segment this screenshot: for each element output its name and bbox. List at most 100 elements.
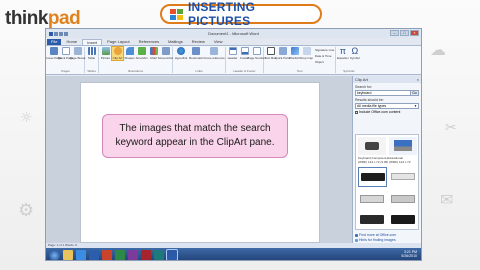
publisher-taskbar-icon[interactable] xyxy=(154,250,164,260)
pane-close-icon[interactable]: × xyxy=(417,76,419,83)
keyboard-icon xyxy=(391,215,415,224)
group-symbols: π Equation Ω Symbol Symbols xyxy=(336,46,361,74)
document-area xyxy=(46,76,352,243)
hints-link[interactable]: Hints for finding images xyxy=(355,238,396,242)
tab-mailings[interactable]: Mailings xyxy=(164,39,187,45)
clip-art-result-silver-keyboard[interactable] xyxy=(358,190,386,208)
screenshot-label: Screenshot xyxy=(157,56,174,60)
keyboard-cartoon-icon xyxy=(365,142,379,150)
clip-art-result-keyboard-stack[interactable] xyxy=(389,190,417,208)
drop-cap-label: Drop Cap xyxy=(300,56,313,60)
omega-icon: Ω xyxy=(351,46,359,56)
clip-art-label: Clip Art xyxy=(112,56,123,60)
object-button[interactable]: Object xyxy=(315,60,334,64)
system-tray-clock[interactable]: 3:21 PM 5/26/2010 xyxy=(401,250,417,258)
equation-button[interactable]: π Equation xyxy=(337,47,349,61)
logo-pad: pad xyxy=(47,8,81,29)
window-title: Document1 - Microsoft Word xyxy=(208,31,259,36)
tab-references[interactable]: References xyxy=(135,39,163,45)
shapes-icon xyxy=(125,47,134,55)
excel-taskbar-icon[interactable] xyxy=(115,250,125,260)
tab-page-layout[interactable]: Page Layout xyxy=(103,39,133,45)
quick-parts-button[interactable]: Quick Parts xyxy=(274,47,291,64)
outlook-taskbar-icon[interactable] xyxy=(89,250,99,260)
quick-parts-label: Quick Parts xyxy=(274,56,291,60)
cross-reference-button[interactable]: Cross-reference xyxy=(203,47,225,60)
clip-art-result-keyboard-cartoon[interactable] xyxy=(358,137,386,155)
start-button[interactable] xyxy=(49,249,60,260)
results-type-select[interactable]: All media file types ▼ xyxy=(355,103,419,109)
results-value: All media file types xyxy=(357,104,387,108)
shapes-button[interactable]: Shapes xyxy=(124,47,135,60)
shapes-label: Shapes xyxy=(124,56,135,60)
tab-file[interactable]: File xyxy=(47,39,62,45)
text-side-commands: Signature Line Date & Time Object xyxy=(315,47,334,64)
picture-button[interactable]: Picture xyxy=(100,47,111,60)
explorer-taskbar-icon[interactable] xyxy=(63,250,73,260)
clip-art-caption: Keyboard,Computers,Educational (WMF) 144… xyxy=(358,156,418,164)
clip-art-result-hand-keyboard[interactable] xyxy=(389,210,417,229)
office-com-link[interactable]: Find more at Office.com xyxy=(355,233,396,237)
keyboard-icon xyxy=(361,173,385,181)
cross-reference-label: Cross-reference xyxy=(203,56,225,60)
access-taskbar-icon[interactable] xyxy=(141,250,151,260)
bookmark-label: Bookmark xyxy=(189,56,203,60)
symbol-button[interactable]: Ω Symbol xyxy=(349,46,360,61)
help-icon xyxy=(355,238,358,242)
maximize-button[interactable]: □ xyxy=(400,30,409,36)
internet-explorer-taskbar-icon[interactable] xyxy=(76,250,86,260)
include-office-checkbox[interactable]: Include Office.com content xyxy=(353,110,421,114)
picture-icon xyxy=(101,47,110,55)
clip-art-result-white-keyboard[interactable] xyxy=(389,169,417,185)
date-time-button[interactable]: Date & Time xyxy=(315,54,334,58)
clip-art-button[interactable]: Clip Art xyxy=(111,46,124,61)
windows-taskbar: 3:21 PM 5/26/2010 xyxy=(46,248,421,260)
header-button[interactable]: Header xyxy=(227,47,238,60)
bookmark-button[interactable]: Bookmark xyxy=(189,47,203,60)
hyperlink-label: Hyperlink xyxy=(174,56,188,60)
wordart-button[interactable]: WordArt xyxy=(289,47,300,64)
page-break-icon xyxy=(73,47,82,55)
screenshot-icon xyxy=(161,47,170,55)
doodle-icon: ✉ xyxy=(440,190,454,209)
search-for-label: Search for: xyxy=(355,85,373,89)
tab-insert[interactable]: Insert xyxy=(82,39,103,45)
slide-title: INSERTING PICTURES xyxy=(188,0,256,28)
page-break-button[interactable]: Page Break xyxy=(69,47,86,60)
doodle-icon: ☼ xyxy=(20,110,33,126)
ribbon-insert: Cover Page Blank Page Page Break Pages T… xyxy=(46,45,421,75)
drop-cap-icon xyxy=(302,47,311,55)
clip-art-search-input[interactable]: keyboard Go xyxy=(355,90,419,96)
group-header-footer-name: Header & Footer xyxy=(233,69,256,73)
clip-art-result-dark-keyboard[interactable] xyxy=(358,210,386,229)
tab-view[interactable]: View xyxy=(210,39,227,45)
tab-review[interactable]: Review xyxy=(188,39,209,45)
word-taskbar-icon[interactable] xyxy=(166,249,178,260)
onenote-taskbar-icon[interactable] xyxy=(128,250,138,260)
cover-page-icon xyxy=(49,47,58,55)
hyperlink-icon xyxy=(177,47,185,55)
group-text-name: Text xyxy=(296,69,303,73)
document-page[interactable] xyxy=(80,82,320,243)
chart-icon xyxy=(149,47,158,55)
drop-cap-button[interactable]: Drop Cap xyxy=(300,47,313,64)
page-break-label: Page Break xyxy=(69,56,86,60)
table-icon xyxy=(87,47,96,55)
minimize-button[interactable]: – xyxy=(390,30,399,36)
hyperlink-button[interactable]: Hyperlink xyxy=(174,47,188,60)
hints-link-label: Hints for finding images xyxy=(359,238,396,242)
close-button[interactable]: × xyxy=(410,30,419,36)
go-button[interactable]: Go xyxy=(410,91,418,95)
screenshot-button[interactable]: Screenshot xyxy=(157,47,174,60)
clip-art-result-keyboard-laptop[interactable] xyxy=(389,137,417,155)
group-links: Hyperlink Bookmark Cross-reference Links xyxy=(173,47,226,73)
powerpoint-taskbar-icon[interactable] xyxy=(102,250,112,260)
signature-line-button[interactable]: Signature Line xyxy=(315,48,334,52)
picture-label: Picture xyxy=(100,56,111,60)
tab-home[interactable]: Home xyxy=(62,39,81,45)
table-label: Table xyxy=(87,56,96,60)
clip-art-result-black-keyboard[interactable] xyxy=(358,167,387,187)
smartart-button[interactable]: SmartArt xyxy=(136,47,147,60)
page-number-button[interactable]: Page Number xyxy=(247,47,266,60)
table-button[interactable]: Table xyxy=(86,47,97,60)
